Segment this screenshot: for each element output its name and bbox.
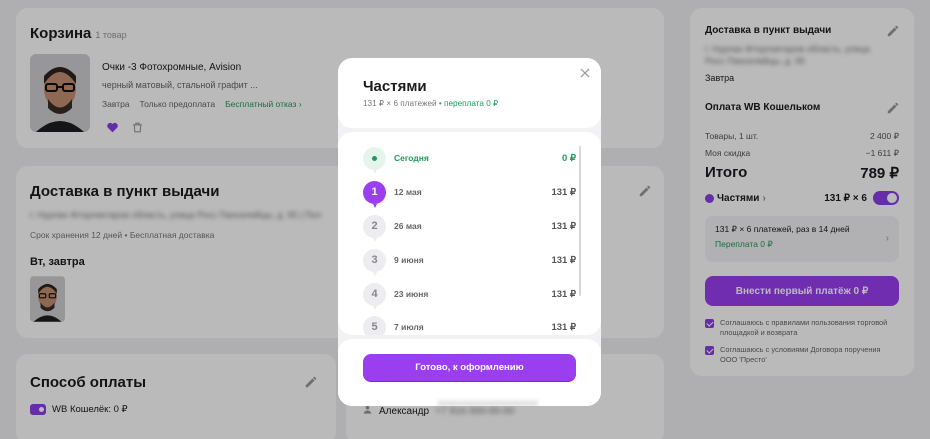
schedule-row: 5 7 июля 131 ₽ [363, 315, 576, 335]
schedule-row: 4 23 июня 131 ₽ [363, 282, 576, 310]
schedule-list[interactable]: Сегодня 0 ₽ 1 12 мая 131 ₽ 2 26 мая 131 … [338, 132, 601, 335]
modal-subtitle: 131 ₽ × 6 платежей • переплата 0 ₽ [363, 99, 499, 108]
schedule-scrollbar[interactable] [579, 146, 581, 296]
modal-title: Частями [363, 78, 427, 95]
schedule-row: 3 9 июня 131 ₽ [363, 248, 576, 276]
payment-number-badge: 3 [363, 248, 386, 276]
schedule-row: 2 26 мая 131 ₽ [363, 214, 576, 242]
payment-number-badge: 2 [363, 214, 386, 242]
today-dot-icon [363, 146, 386, 174]
schedule-row: Сегодня 0 ₽ [363, 146, 576, 174]
close-icon[interactable] [578, 66, 592, 80]
schedule-row: 1 12 мая 131 ₽ [363, 180, 576, 208]
modal-header: Частями 131 ₽ × 6 платежей • переплата 0… [338, 58, 601, 128]
payment-number-badge: 1 [363, 180, 386, 208]
modal-footer: Готово, к оформлению [338, 339, 601, 406]
installments-modal: Частями 131 ₽ × 6 платежей • переплата 0… [338, 58, 601, 406]
payment-number-badge: 4 [363, 282, 386, 310]
done-checkout-button[interactable]: Готово, к оформлению [363, 354, 576, 381]
payment-number-badge: 5 [363, 315, 386, 335]
footer-blur [438, 401, 538, 406]
